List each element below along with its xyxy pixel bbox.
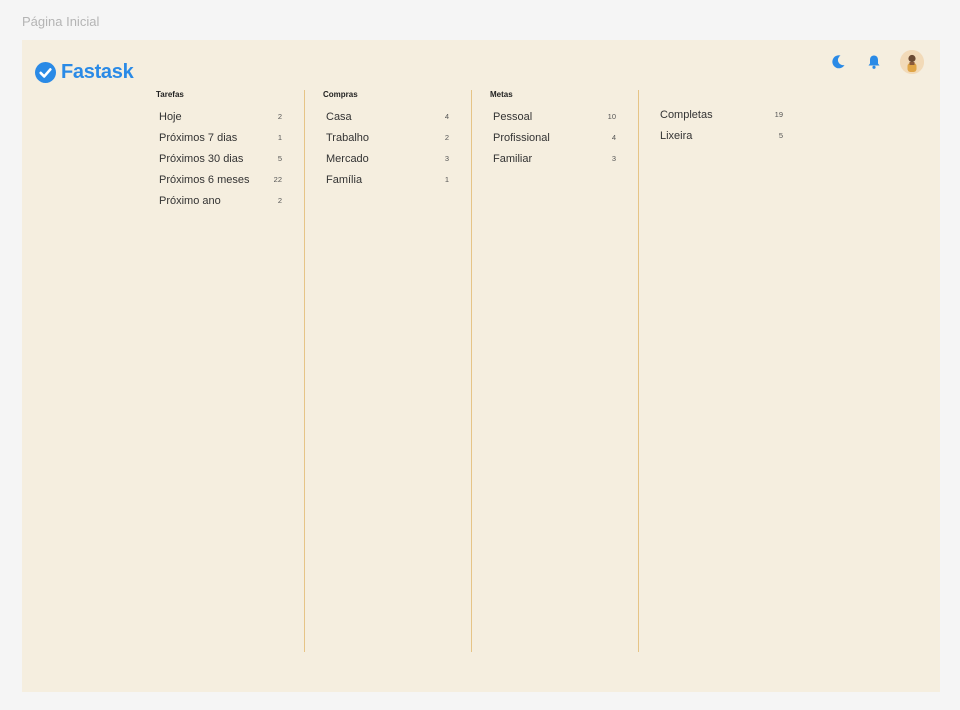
list-item[interactable]: Próximos 6 meses 22: [156, 169, 304, 190]
column-title: Compras: [323, 90, 358, 99]
list-item[interactable]: Pessoal 10: [490, 106, 638, 127]
item-count: 10: [607, 112, 616, 121]
item-label: Próximos 6 meses: [159, 173, 250, 186]
check-circle-icon: [35, 62, 56, 83]
item-count: 4: [444, 112, 449, 121]
item-count: 3: [611, 154, 616, 163]
item-label: Hoje: [159, 110, 182, 123]
list-item[interactable]: Profissional 4: [490, 127, 638, 148]
list-item[interactable]: Familiar 3: [490, 148, 638, 169]
column-status: Completas 19 Lixeira 5: [657, 104, 805, 666]
logo[interactable]: Fastask: [35, 61, 134, 84]
brand-name: Fastask: [61, 61, 134, 83]
item-count: 22: [273, 175, 282, 184]
app-window: Fastask Tarefas Hoje 2 Próximos 7 dias 1…: [22, 40, 940, 692]
list-item[interactable]: Trabalho 2: [323, 127, 471, 148]
item-label: Trabalho: [326, 131, 370, 144]
item-count: 5: [778, 131, 783, 140]
list-item[interactable]: Próximos 7 dias 1: [156, 127, 304, 148]
item-label: Casa: [326, 110, 352, 123]
item-label: Profissional: [493, 131, 550, 144]
item-count: 4: [611, 133, 616, 142]
item-label: Família: [326, 173, 363, 186]
column-tarefas: Tarefas Hoje 2 Próximos 7 dias 1 Próximo…: [156, 90, 305, 652]
item-label: Próximos 7 dias: [159, 131, 238, 144]
item-label: Lixeira: [660, 129, 693, 142]
list-item[interactable]: Próximos 30 dias 5: [156, 148, 304, 169]
column-compras: Compras Casa 4 Trabalho 2 Mercado 3 Famí…: [323, 90, 472, 652]
item-count: 2: [277, 196, 282, 205]
column-title: Tarefas: [156, 90, 184, 99]
item-count: 2: [444, 133, 449, 142]
bell-icon[interactable]: [866, 54, 882, 70]
list-item[interactable]: Casa 4: [323, 106, 471, 127]
header-actions: [830, 50, 924, 74]
list-item[interactable]: Próximo ano 2: [156, 190, 304, 211]
avatar[interactable]: [900, 50, 924, 74]
item-count: 3: [444, 154, 449, 163]
item-label: Completas: [660, 108, 713, 121]
item-count: 1: [277, 133, 282, 142]
item-label: Familiar: [493, 152, 533, 165]
item-label: Próximo ano: [159, 194, 221, 207]
item-label: Próximos 30 dias: [159, 152, 244, 165]
item-count: 2: [277, 112, 282, 121]
item-count: 1: [444, 175, 449, 184]
column-metas: Metas Pessoal 10 Profissional 4 Familiar…: [490, 90, 639, 652]
item-label: Pessoal: [493, 110, 533, 123]
column-title: Metas: [490, 90, 513, 99]
list-item[interactable]: Hoje 2: [156, 106, 304, 127]
list-item[interactable]: Completas 19: [657, 104, 805, 125]
avatar-person-icon: [900, 50, 924, 74]
frame-title: Página Inicial: [22, 14, 100, 29]
list-item[interactable]: Lixeira 5: [657, 125, 805, 146]
item-label: Mercado: [326, 152, 369, 165]
list-item[interactable]: Mercado 3: [323, 148, 471, 169]
moon-icon[interactable]: [830, 54, 846, 70]
item-count: 19: [774, 110, 783, 119]
item-count: 5: [277, 154, 282, 163]
list-item[interactable]: Família 1: [323, 169, 471, 190]
